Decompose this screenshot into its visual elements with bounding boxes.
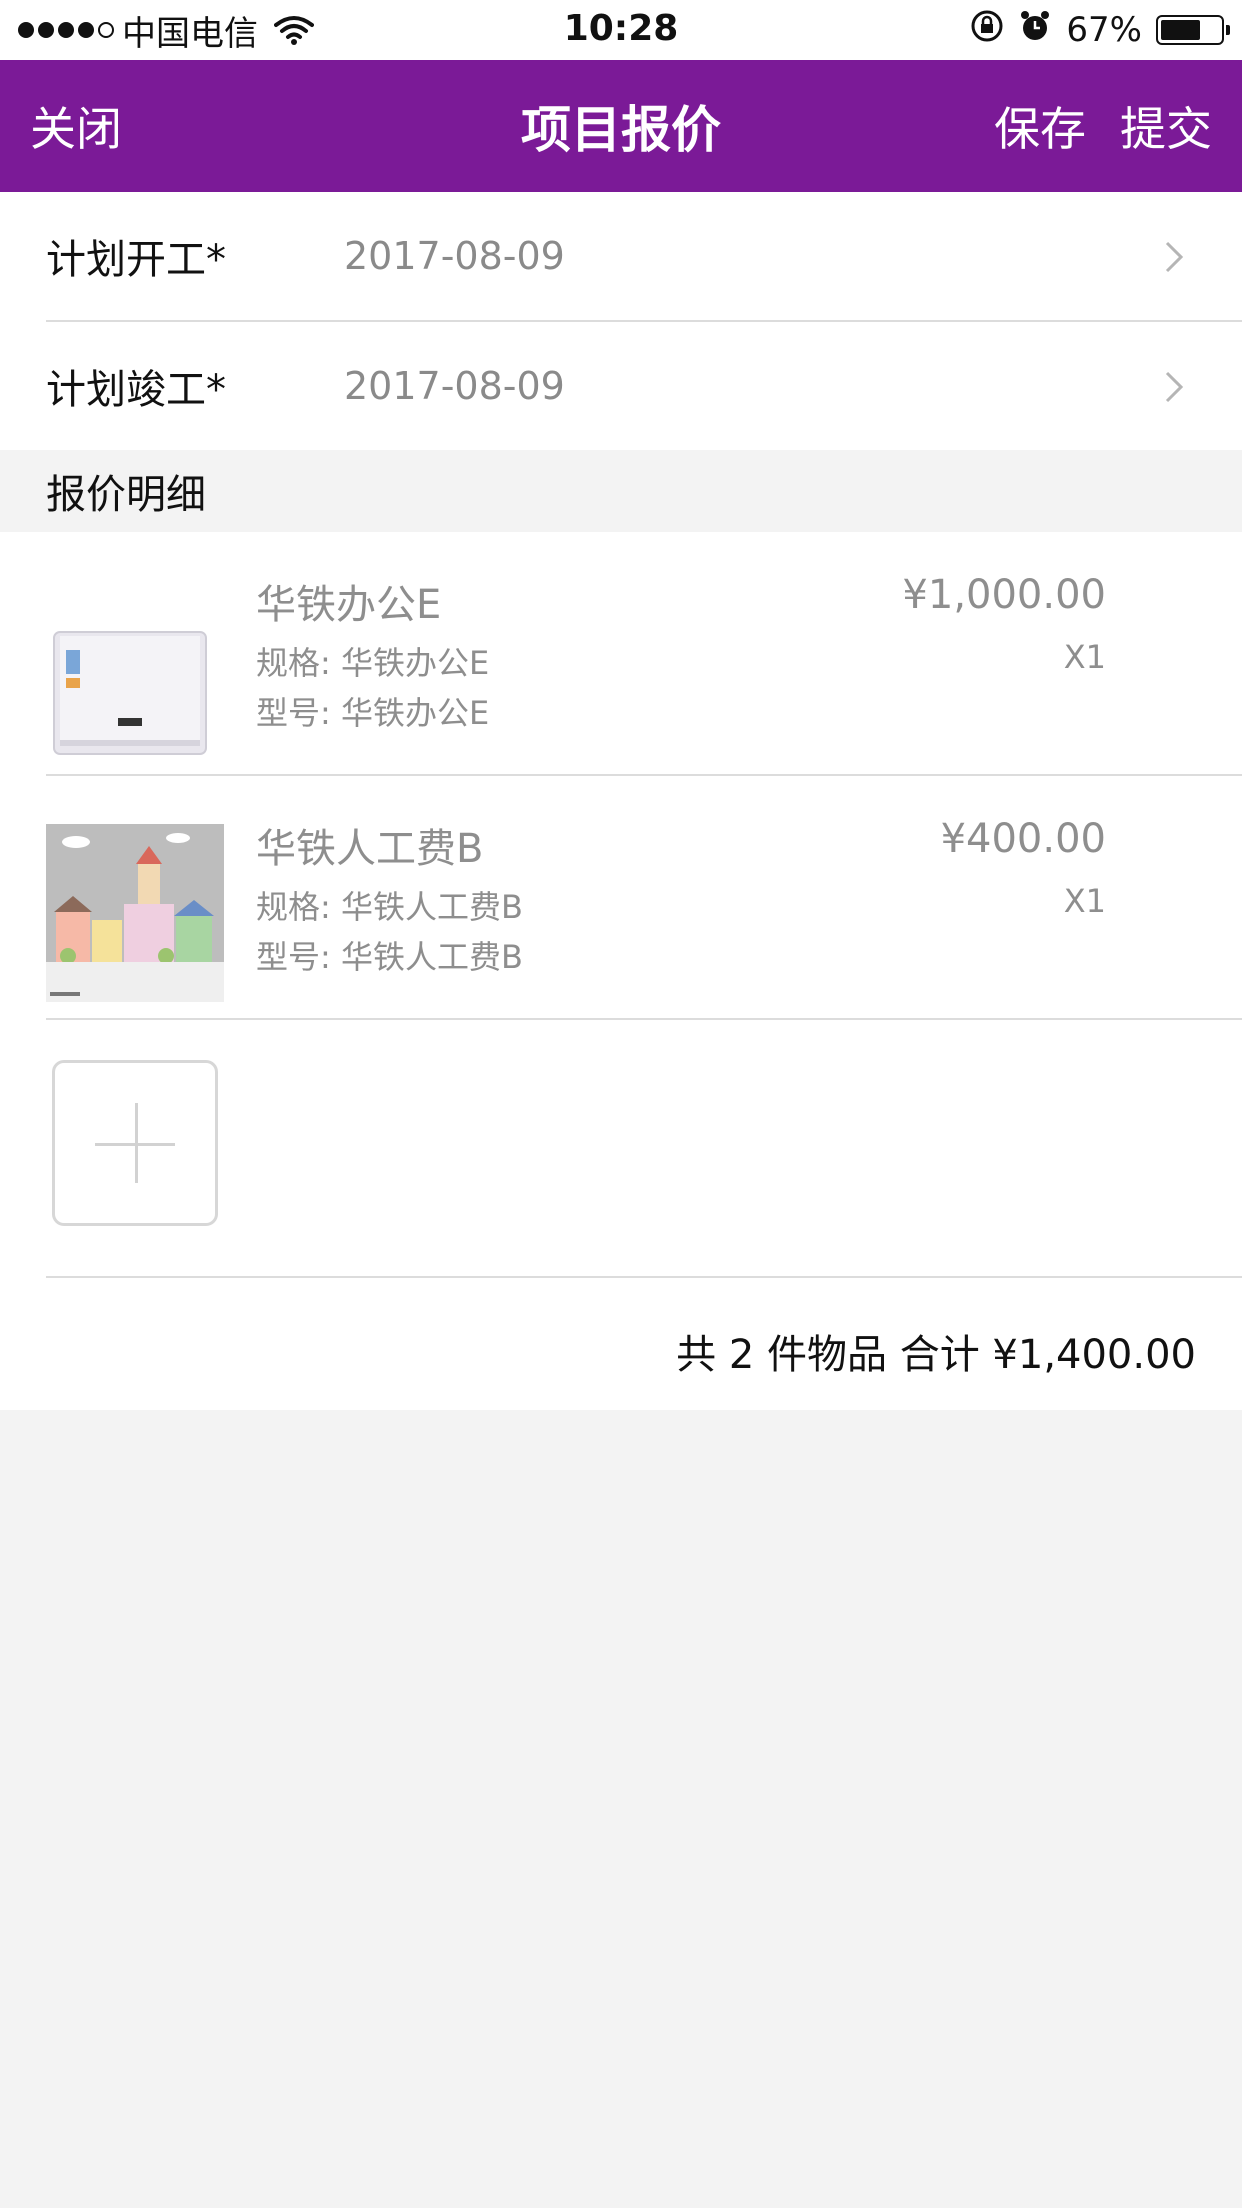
quote-details-header: 报价明细 [0, 450, 1242, 532]
status-bar: 中国电信 10:28 67% [0, 0, 1242, 60]
save-button[interactable]: 保存 [994, 93, 1086, 159]
item-name: 华铁人工费B [256, 826, 484, 872]
close-button[interactable]: 关闭 [30, 93, 122, 159]
navigation-bar: 关闭 项目报价 保存 提交 [0, 60, 1242, 192]
quote-items-list: 华铁办公E 规格: 华铁办公E 型号: 华铁办公E ¥1,000.00 X1 华… [0, 532, 1242, 1410]
town-illustration-image [46, 824, 224, 1002]
planned-end-label: 计划竣工* [46, 367, 226, 413]
item-spec: 规格: 华铁办公E [256, 644, 490, 682]
item-quantity: X1 [1063, 638, 1106, 676]
battery-percent: 67% [1066, 10, 1142, 50]
add-item-button[interactable] [52, 1060, 218, 1226]
item-quantity: X1 [1063, 882, 1106, 920]
planned-start-row[interactable]: 计划开工* 2017-08-09 [0, 192, 1242, 320]
planned-start-value: 2017-08-09 [344, 234, 565, 278]
planned-end-value: 2017-08-09 [344, 364, 565, 408]
item-price: ¥400.00 [940, 816, 1106, 862]
schedule-form: 计划开工* 2017-08-09 计划竣工* 2017-08-09 [0, 192, 1242, 450]
air-conditioner-image [46, 580, 224, 758]
submit-button[interactable]: 提交 [1120, 93, 1212, 159]
summary-row: 共 2 件物品 合计 ¥1,400.00 [0, 1278, 1242, 1410]
rotation-lock-icon [970, 9, 1004, 52]
quote-screen: 中国电信 10:28 67% 关闭 项目报价 保存 提交 计划开工* 2017-… [0, 0, 1242, 2208]
add-item-area [0, 1020, 1242, 1278]
planned-start-label: 计划开工* [46, 237, 226, 283]
planned-end-row[interactable]: 计划竣工* 2017-08-09 [0, 322, 1242, 450]
order-total: 共 2 件物品 合计 ¥1,400.00 [676, 1332, 1196, 1378]
item-model: 型号: 华铁人工费B [256, 938, 523, 976]
list-item[interactable]: 华铁人工费B 规格: 华铁人工费B 型号: 华铁人工费B ¥400.00 X1 [0, 776, 1242, 1020]
item-spec: 规格: 华铁人工费B [256, 888, 523, 926]
chevron-right-icon [1164, 370, 1184, 408]
item-model: 型号: 华铁办公E [256, 694, 490, 732]
status-bar-right: 67% [970, 8, 1230, 52]
section-title: 报价明细 [46, 472, 206, 518]
item-name: 华铁办公E [256, 582, 442, 628]
item-price: ¥1,000.00 [902, 572, 1106, 618]
chevron-right-icon [1164, 240, 1184, 278]
battery-icon [1156, 15, 1230, 45]
list-item[interactable]: 华铁办公E 规格: 华铁办公E 型号: 华铁办公E ¥1,000.00 X1 [0, 532, 1242, 776]
alarm-clock-icon [1018, 9, 1052, 52]
